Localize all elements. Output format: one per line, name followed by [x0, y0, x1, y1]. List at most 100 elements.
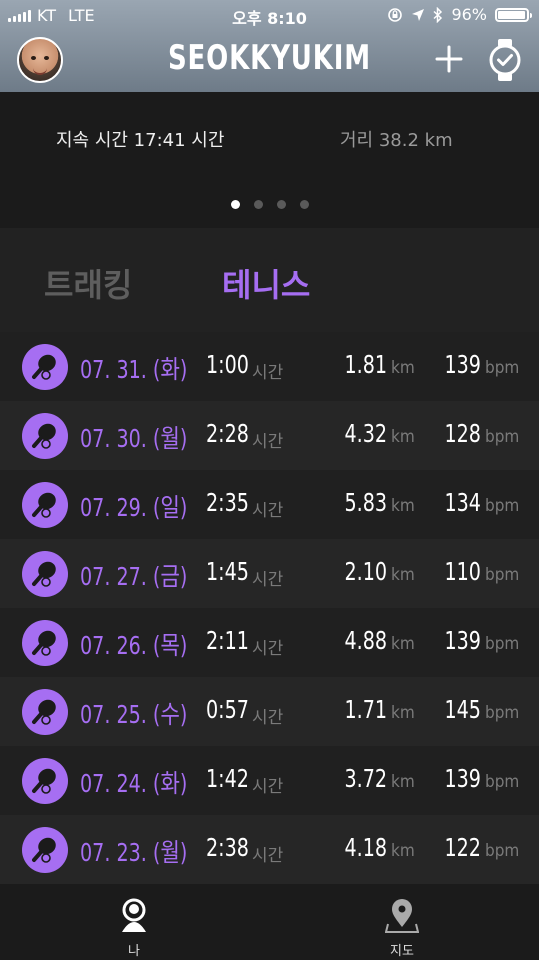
session-duration: 2:11 — [206, 626, 249, 655]
header: KT LTE 오후 8:10 96% SEOKKYUKIM — [0, 0, 539, 92]
session-list: 07. 31. (화) 1:00 시간 1.81 km 139 bpm 07. 30. (월)… — [0, 332, 539, 886]
avatar-eye — [31, 56, 36, 60]
nav-me-label: 나 — [128, 944, 140, 959]
page-dot[interactable] — [276, 200, 286, 209]
session-row[interactable]: 07. 25. (수) 0:57 시간 1.71 km 145 bpm — [0, 677, 539, 746]
session-bpm: 110 — [444, 557, 481, 586]
map-pin-icon — [384, 899, 420, 933]
distance-unit: km — [391, 703, 415, 723]
session-date: 07. 23. (월) — [80, 838, 188, 867]
page-dot[interactable] — [253, 200, 263, 209]
page-indicator[interactable] — [0, 200, 539, 209]
session-row[interactable]: 07. 31. (화) 1:00 시간 1.81 km 139 bpm — [0, 332, 539, 401]
total-duration: 지속 시간 17:41 시간 — [56, 130, 225, 151]
tennis-racket-icon — [22, 482, 68, 528]
tab-bar: 트래킹 테니스 — [0, 228, 539, 332]
duration-unit: 시간 — [252, 777, 284, 797]
duration-unit: 시간 — [252, 501, 284, 521]
bpm-unit: bpm — [485, 565, 520, 585]
tab-tracking[interactable]: 트래킹 — [44, 260, 132, 306]
session-duration: 1:00 — [206, 350, 249, 379]
distance-unit: km — [391, 841, 415, 861]
duration-unit: 시간 — [252, 846, 284, 866]
session-distance: 3.72 — [344, 764, 387, 793]
status-bar: KT LTE 오후 8:10 96% — [0, 0, 539, 30]
page-title: SEOKKYUKIM — [167, 38, 372, 78]
duration-unit: 시간 — [252, 432, 284, 452]
tennis-racket-icon — [22, 827, 68, 873]
session-row[interactable]: 07. 23. (월) 2:38 시간 4.18 km 122 bpm — [0, 815, 539, 884]
bpm-unit: bpm — [485, 427, 520, 447]
session-bpm: 122 — [444, 833, 481, 862]
bpm-unit: bpm — [485, 841, 520, 861]
session-row[interactable]: 07. 29. (일) 2:35 시간 5.83 km 134 bpm — [0, 470, 539, 539]
battery-percent: 96% — [451, 5, 487, 24]
session-duration: 1:42 — [206, 764, 249, 793]
session-bpm: 139 — [444, 626, 481, 655]
session-date: 07. 29. (일) — [80, 493, 188, 522]
session-bpm: 139 — [444, 764, 481, 793]
session-bpm: 139 — [444, 350, 481, 379]
session-bpm: 128 — [444, 419, 481, 448]
watch-check-icon[interactable] — [486, 38, 524, 82]
bpm-unit: bpm — [485, 772, 520, 792]
total-distance: 거리 38.2 km — [340, 130, 453, 151]
bpm-unit: bpm — [485, 703, 520, 723]
session-distance: 1.71 — [344, 695, 387, 724]
tennis-racket-icon — [22, 413, 68, 459]
session-date: 07. 26. (목) — [80, 631, 188, 660]
tennis-racket-icon — [22, 689, 68, 735]
battery-fill — [498, 10, 525, 19]
distance-unit: km — [391, 634, 415, 654]
duration-unit: 시간 — [252, 708, 284, 728]
duration-unit: 시간 — [252, 570, 284, 590]
bpm-unit: bpm — [485, 634, 520, 654]
distance-unit: km — [391, 358, 415, 378]
session-distance: 1.81 — [344, 350, 387, 379]
distance-unit: km — [391, 496, 415, 516]
battery-icon — [495, 7, 532, 22]
session-duration: 2:38 — [206, 833, 249, 862]
session-distance: 5.83 — [344, 488, 387, 517]
tennis-racket-icon — [22, 620, 68, 666]
distance-unit: km — [391, 772, 415, 792]
session-distance: 4.88 — [344, 626, 387, 655]
tab-tennis[interactable]: 테니스 — [222, 260, 310, 306]
session-duration: 2:28 — [206, 419, 249, 448]
session-duration: 1:45 — [206, 557, 249, 586]
session-row[interactable]: 07. 24. (화) 1:42 시간 3.72 km 139 bpm — [0, 746, 539, 815]
session-bpm: 134 — [444, 488, 481, 517]
session-duration: 2:35 — [206, 488, 249, 517]
page-dot[interactable] — [230, 200, 240, 209]
duration-unit: 시간 — [252, 363, 284, 383]
session-bpm: 145 — [444, 695, 481, 724]
session-row[interactable]: 07. 27. (금) 1:45 시간 2.10 km 110 bpm — [0, 539, 539, 608]
nav-me[interactable]: 나 — [94, 898, 174, 959]
session-distance: 4.18 — [344, 833, 387, 862]
session-distance: 2.10 — [344, 557, 387, 586]
session-row[interactable]: 07. 26. (목) 2:11 시간 4.88 km 139 bpm — [0, 608, 539, 677]
tennis-racket-icon — [22, 344, 68, 390]
bpm-unit: bpm — [485, 496, 520, 516]
bluetooth-icon — [433, 6, 443, 23]
bottom-nav: 나 지도 — [0, 886, 539, 960]
nav-map-label: 지도 — [390, 944, 414, 959]
session-date: 07. 30. (월) — [80, 424, 188, 453]
distance-unit: km — [391, 565, 415, 585]
session-row[interactable]: 07. 30. (월) 2:28 시간 4.32 km 128 bpm — [0, 401, 539, 470]
nav-map[interactable]: 지도 — [362, 898, 442, 959]
session-date: 07. 25. (수) — [80, 700, 188, 729]
plus-icon[interactable] — [434, 44, 464, 74]
session-date: 07. 27. (금) — [80, 562, 188, 591]
session-date: 07. 24. (화) — [80, 769, 188, 798]
person-icon — [122, 898, 146, 932]
duration-unit: 시간 — [252, 639, 284, 659]
orientation-lock-icon — [388, 7, 403, 22]
session-duration: 0:57 — [206, 695, 249, 724]
summary-panel[interactable]: 지속 시간 17:41 시간 거리 38.2 km — [0, 92, 539, 228]
session-date: 07. 31. (화) — [80, 355, 188, 384]
bpm-unit: bpm — [485, 358, 520, 378]
session-distance: 4.32 — [344, 419, 387, 448]
distance-unit: km — [391, 427, 415, 447]
page-dot[interactable] — [299, 200, 309, 209]
